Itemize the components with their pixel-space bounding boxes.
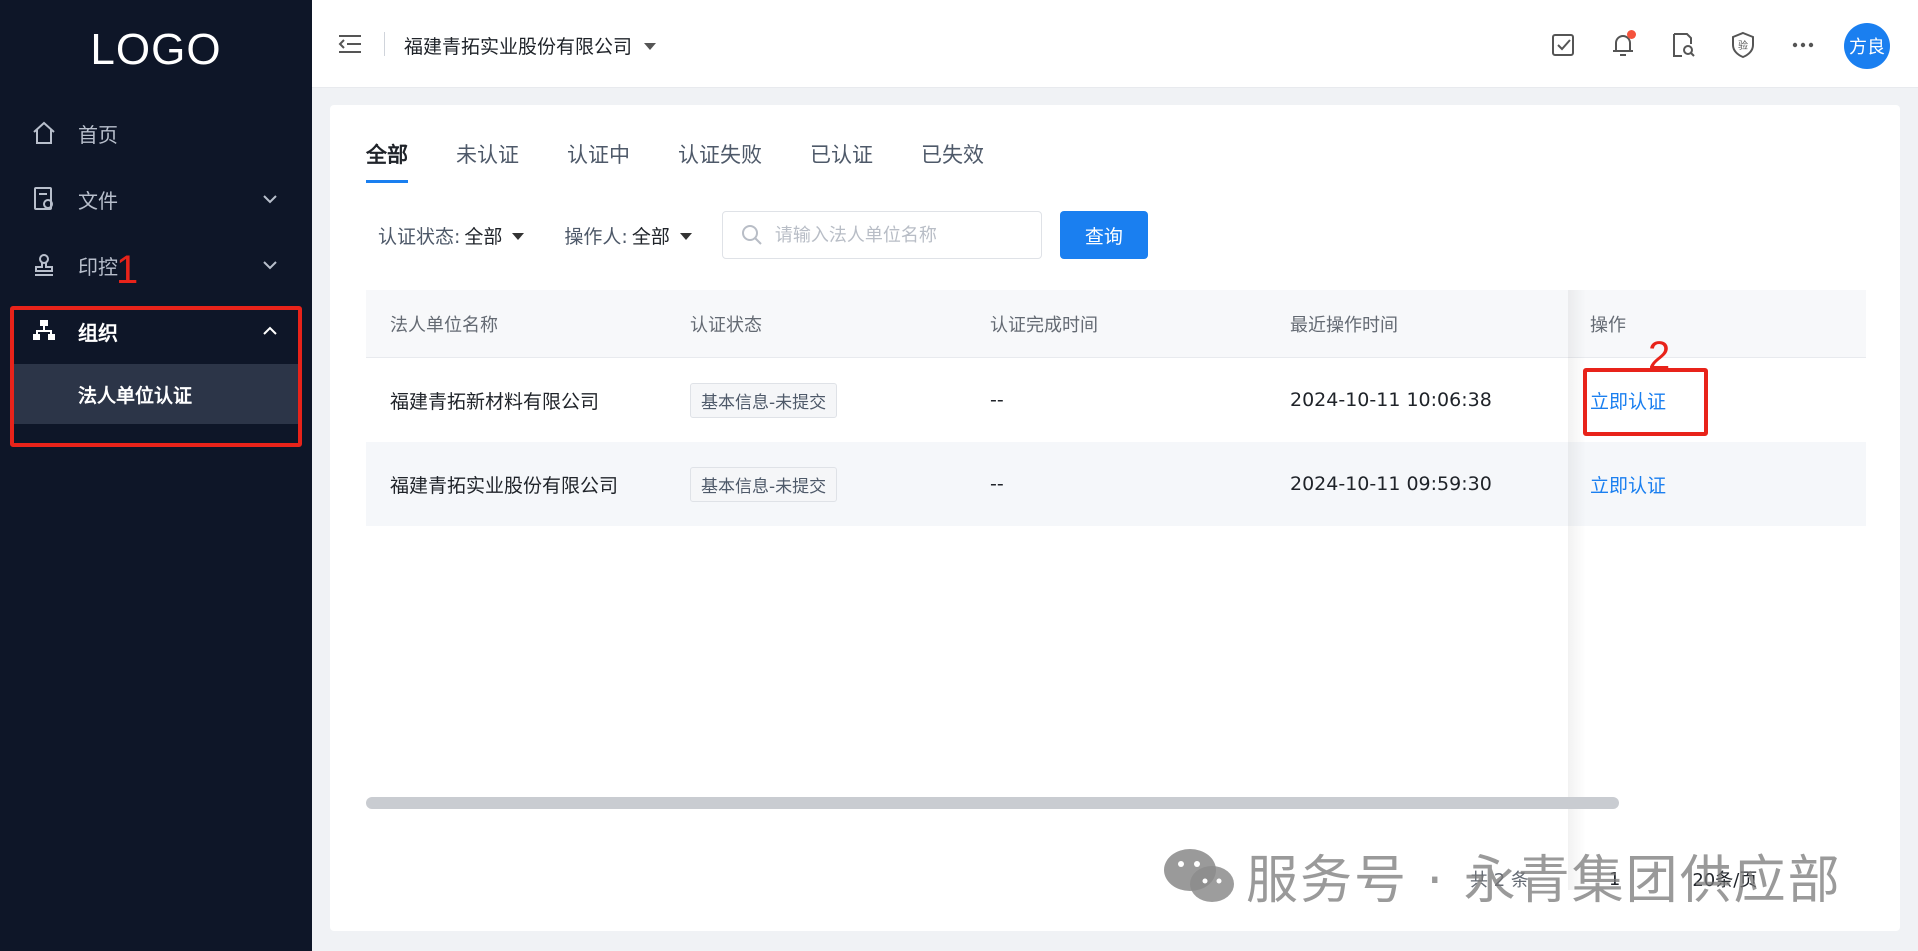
status-badge: 基本信息-未提交 (690, 382, 838, 418)
caret-down-icon (679, 232, 692, 240)
notification-dot (1627, 30, 1636, 39)
sidebar-item-file[interactable]: 文件 (0, 166, 312, 232)
entity-name: 福建青拓实业股份有限公司 (390, 474, 619, 497)
header-divider (384, 32, 385, 56)
query-button[interactable]: 查询 (1059, 211, 1148, 259)
wechat-icon (1164, 848, 1234, 902)
status-tabs: 全部 未认证 认证中 认证失败 已认证 已失效 (366, 139, 1032, 183)
tab-failed[interactable]: 认证失败 (678, 139, 762, 183)
stamp-icon (30, 251, 58, 279)
watermark-text: 服务号 · 永青集团供应部 (1246, 851, 1842, 911)
column-header: 认证完成时间 (990, 314, 1098, 336)
operator-filter-label: 操作人: (564, 225, 628, 248)
avatar[interactable]: 方良 (1844, 23, 1890, 69)
tab-verified[interactable]: 已认证 (810, 139, 873, 183)
caret-down-icon (644, 43, 657, 50)
file-icon (30, 185, 58, 213)
last-operation-time: 2024-10-11 09:59:30 (1290, 473, 1492, 495)
sidebar-item-label: 首页 (78, 122, 118, 147)
table-header: 法人单位名称 认证状态 认证完成时间 最近操作时间 操作 (366, 290, 1866, 358)
tab-verifying[interactable]: 认证中 (567, 139, 630, 183)
status-filter-value: 全部 (464, 225, 503, 248)
chevron-down-icon (263, 261, 277, 270)
sidebar-item-home[interactable]: 首页 (0, 100, 312, 166)
column-header: 最近操作时间 (1290, 314, 1398, 336)
status-badge: 基本信息-未提交 (690, 466, 838, 502)
menu-collapse-icon[interactable] (336, 30, 364, 58)
table-row: 福建青拓实业股份有限公司 基本信息-未提交 -- 2024-10-11 09:5… (366, 442, 1866, 526)
verify-shield-icon[interactable]: 验 (1728, 30, 1758, 60)
completed-time: -- (990, 473, 1004, 495)
tab-all[interactable]: 全部 (366, 139, 408, 183)
tab-expired[interactable]: 已失效 (921, 139, 984, 183)
watermark: 服务号 · 永青集团供应部 (1162, 838, 1842, 913)
filter-bar: 认证状态: 全部 操作人: 全部 查询 (378, 211, 1148, 259)
entity-name: 福建青拓新材料有限公司 (390, 390, 600, 413)
caret-down-icon (512, 232, 525, 240)
logo: LOGO (90, 25, 222, 74)
status-filter[interactable]: 认证状态: 全部 (378, 222, 525, 249)
sidebar-item-stamp[interactable]: 印控 (0, 232, 312, 298)
sidebar: LOGO 首页 文件 印控 组织 法人单位认证 1 (0, 0, 312, 951)
completed-time: -- (990, 389, 1004, 411)
annotation-number-2: 2 (1648, 334, 1671, 378)
document-search-icon[interactable] (1668, 30, 1698, 60)
status-filter-label: 认证状态: (378, 225, 461, 248)
chevron-down-icon (263, 195, 277, 204)
home-icon (30, 119, 58, 147)
operator-filter-value: 全部 (631, 225, 670, 248)
column-header: 操作 (1590, 314, 1626, 336)
company-selector[interactable]: 福建青拓实业股份有限公司 (404, 32, 657, 59)
column-header: 法人单位名称 (390, 314, 498, 336)
search-icon (741, 225, 762, 245)
company-name: 福建青拓实业股份有限公司 (404, 36, 633, 58)
tab-unverified[interactable]: 未认证 (456, 139, 519, 183)
horizontal-scrollbar[interactable] (366, 797, 1619, 809)
search-input[interactable] (774, 224, 1025, 246)
annotation-number-1: 1 (116, 248, 139, 292)
todo-check-icon[interactable] (1548, 30, 1578, 60)
search-box[interactable] (721, 211, 1042, 259)
operator-filter[interactable]: 操作人: 全部 (564, 222, 692, 249)
main-card: 全部 未认证 认证中 认证失败 已认证 已失效 认证状态: 全部 操作人: 全部… (330, 105, 1900, 931)
sidebar-item-label: 文件 (78, 188, 118, 213)
top-header: 福建青拓实业股份有限公司 验 方良 (312, 0, 1918, 88)
sidebar-item-label: 印控 (78, 254, 118, 279)
annotation-box-2 (1583, 368, 1708, 436)
more-icon[interactable] (1788, 30, 1818, 60)
notification-bell-icon[interactable] (1608, 30, 1638, 60)
annotation-box-1 (10, 306, 302, 447)
last-operation-time: 2024-10-11 10:06:38 (1290, 389, 1492, 411)
svg-text:验: 验 (1738, 39, 1748, 52)
column-header: 认证状态 (690, 314, 762, 336)
verify-now-link[interactable]: 立即认证 (1590, 475, 1666, 497)
